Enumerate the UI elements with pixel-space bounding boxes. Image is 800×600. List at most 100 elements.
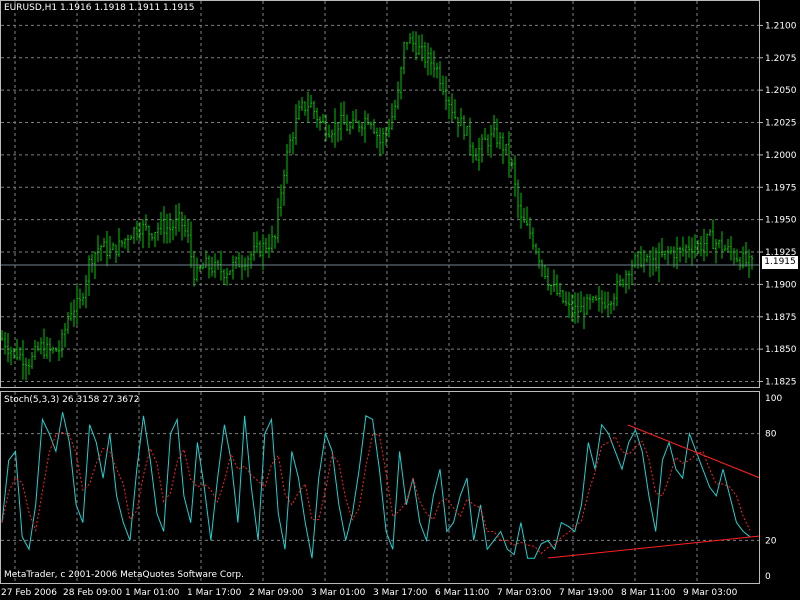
y-tick-label: 1.1850 [765,345,797,355]
price-bar [280,184,282,217]
price-bar [355,109,357,123]
price-bar [646,253,648,263]
price-bar [538,247,540,269]
price-bar [559,282,561,298]
price-bar [46,336,48,359]
price-bar [529,217,531,239]
price-bar [178,203,180,232]
price-bar [448,96,450,120]
price-bar [658,242,660,283]
price-bar [526,206,528,227]
price-bar [67,312,69,334]
price-bar [514,155,516,197]
price-bar [298,100,300,120]
x-tick-label: 1 Mar 01:00 [125,588,180,598]
y-tick-label: 1.2025 [765,119,797,129]
price-bar [703,228,705,262]
price-bar [28,358,30,375]
price-bar [49,337,51,362]
price-bar [184,215,186,238]
x-tick-label: 2 Mar 09:00 [249,588,304,598]
price-bar [76,284,78,325]
price-bar [478,137,480,171]
price-bar [400,66,402,100]
price-bar [394,99,396,121]
upper-trendline[interactable] [627,424,761,479]
price-bar [361,123,363,136]
x-tick-label: 8 Mar 11:00 [621,588,676,598]
price-bar [154,231,156,248]
price-bar [472,142,474,164]
price-bar [643,249,645,273]
lower-trendline[interactable] [547,535,761,559]
price-bar [484,127,486,140]
price-bar [499,132,501,150]
stoch-tick-label: 0 [765,572,771,582]
price-bar [151,233,153,241]
price-bar [733,248,735,265]
price-bar [352,110,354,130]
price-bar [268,233,270,259]
price-bar [79,288,81,309]
y-tick-label: 1.2000 [765,151,797,161]
price-bar [574,292,576,324]
price-bar [556,274,558,296]
price-bar [109,236,111,260]
x-tick-label: 7 Mar 19:00 [559,588,614,598]
price-bar [736,249,738,263]
y-tick-label: 1.1975 [765,183,797,193]
price-bar [124,238,126,249]
price-bar [187,218,189,243]
price-bar [634,252,636,269]
price-bar [397,81,399,110]
price-bar [214,253,216,278]
price-bar [1,330,3,341]
price-bar [535,243,537,255]
price-bar [175,204,177,236]
price-bar [430,47,432,76]
price-bar [370,121,372,130]
price-bar [679,246,681,263]
price-bar [661,238,663,258]
price-bar [715,238,717,264]
price-bar [358,120,360,133]
price-bar [490,125,492,158]
price-bar [379,127,381,157]
price-bar [415,31,417,61]
price-bar [595,295,597,302]
price-bar [166,213,168,244]
price-bar [286,143,288,184]
chart-canvas[interactable]: 27 Feb 2006 28 Feb 09:00 1 Mar 01:00 1 Mar … [0,0,800,600]
price-bar [496,118,498,148]
price-bar [127,234,129,252]
x-tick-label: 3 Mar 01:00 [311,588,366,598]
price-bar [373,119,375,135]
price-bar [289,134,291,154]
price-bar [532,227,534,250]
price-bar [190,221,192,268]
price-bar [73,299,75,328]
price-bar [271,225,273,253]
price-bar [58,340,60,362]
price-bar [250,251,252,269]
y-tick-label: 1.2075 [765,54,797,64]
price-bar [565,291,567,307]
price-bar [61,329,63,358]
price-bar [10,346,12,366]
price-bar [319,116,321,131]
price-bar [145,214,147,231]
price-bar [367,113,369,126]
price-bar [409,33,411,44]
price-bar [523,207,525,223]
price-bar [541,259,543,277]
y-tick-label: 1.1875 [765,313,797,323]
x-tick-label: 28 Feb 09:00 [63,588,122,598]
price-bar [142,219,144,249]
price-bar [193,250,195,287]
price-bar [727,238,729,253]
price-bar [457,117,459,138]
price-bar [169,212,171,244]
price-bar [265,237,267,254]
price-bar [406,42,408,51]
price-bar [106,231,108,267]
